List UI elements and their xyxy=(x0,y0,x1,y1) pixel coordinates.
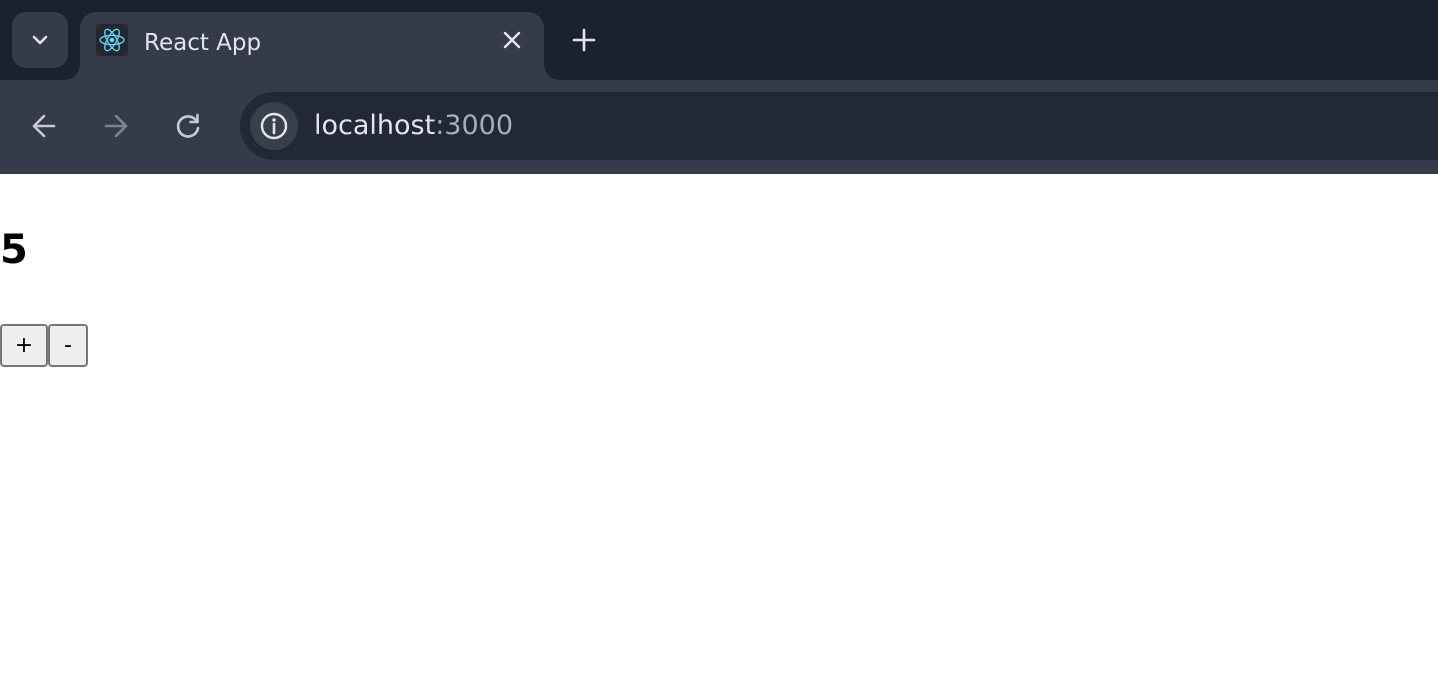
counter-value: 5 xyxy=(0,227,28,273)
arrow-left-icon xyxy=(32,114,56,138)
info-icon xyxy=(260,112,288,140)
new-tab-button[interactable] xyxy=(564,20,604,60)
decrement-button[interactable]: - xyxy=(48,324,88,367)
arrow-right-icon xyxy=(104,114,128,138)
chevron-down-icon xyxy=(32,35,48,45)
forward-button[interactable] xyxy=(94,104,138,148)
page-content: 5 + - xyxy=(0,174,1438,676)
counter-controls: + - xyxy=(0,324,88,367)
url-port: :3000 xyxy=(435,110,514,141)
tab-strip: React App xyxy=(0,0,1438,80)
increment-button[interactable]: + xyxy=(0,324,48,367)
react-logo-icon xyxy=(96,24,128,56)
tab-title: React App xyxy=(144,30,262,56)
address-bar[interactable]: localhost:3000 xyxy=(240,92,1438,160)
browser-toolbar: localhost:3000 xyxy=(0,80,1438,174)
site-info-button[interactable] xyxy=(250,102,298,150)
tab-close-button[interactable] xyxy=(496,24,528,56)
url-host: localhost xyxy=(314,110,436,141)
reload-button[interactable] xyxy=(166,104,210,148)
url-text[interactable]: localhost:3000 xyxy=(314,108,513,144)
reload-icon xyxy=(176,113,200,138)
close-icon xyxy=(503,31,521,49)
tab-search-button[interactable] xyxy=(12,12,68,68)
browser-window: React App localhost:3000 5 + - xyxy=(0,0,1438,676)
plus-icon xyxy=(572,28,596,52)
back-button[interactable] xyxy=(22,104,66,148)
tab-react-app[interactable]: React App xyxy=(80,12,544,80)
